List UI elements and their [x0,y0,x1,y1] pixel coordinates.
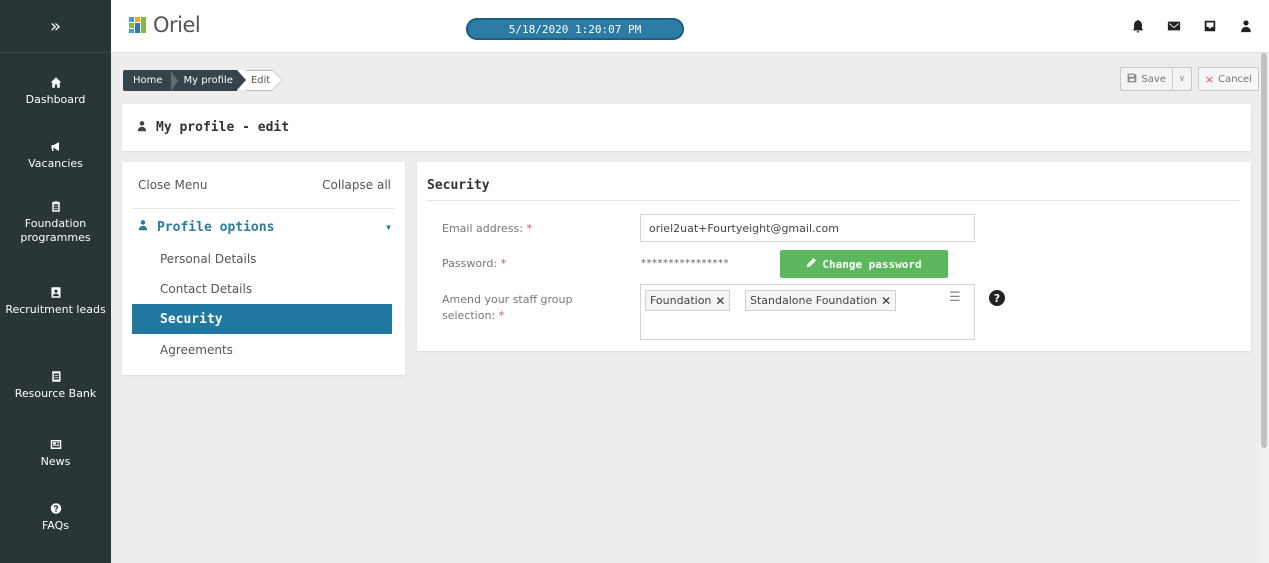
close-menu-link[interactable]: Close Menu [138,178,207,192]
required-marker: * [498,309,505,322]
breadcrumb-row: Home My profile Edit Save ∨ × Cancel [111,53,1259,103]
section-title: Security [427,178,490,193]
close-icon: × [1204,72,1215,86]
user-icon [137,219,157,235]
breadcrumb-home[interactable]: Home [123,70,171,91]
section-divider [427,200,1239,201]
password-label-text: Password: [442,257,498,270]
breadcrumb-my-profile[interactable]: My profile [177,70,237,91]
floppy-disk-icon [1127,73,1137,86]
sidebar-item-label: News [40,455,71,468]
user-icon[interactable] [1239,19,1253,36]
question-icon [50,502,62,514]
required-marker: * [526,222,532,235]
envelope-icon[interactable] [1167,19,1181,36]
sidebar-item-label: Resource Bank [14,387,97,400]
remove-tag-icon[interactable]: ✕ [715,294,725,308]
change-password-label: Change password [822,257,922,271]
menu-item-personal-details[interactable]: Personal Details [132,244,392,274]
breadcrumb-separator [170,70,178,91]
list-icon[interactable]: ☰ [949,290,961,305]
email-field[interactable]: oriel2uat+Fourtyeight@gmail.com [640,214,975,242]
sidebar-item-label: Recruitment leads [5,303,106,316]
bell-icon[interactable] [1131,19,1145,36]
help-icon[interactable]: ? [989,290,1005,306]
sidebar-item-label: Foundation programmes [20,217,91,244]
save-dropdown-toggle[interactable]: ∨ [1173,68,1191,90]
staff-group-tag: Standalone Foundation ✕ [745,290,897,311]
collapse-all-link[interactable]: Collapse all [322,178,391,192]
staff-group-tag-label: Foundation [650,294,712,307]
top-bar: Oriel 5/18/2020 1:20:07 PM [111,0,1269,53]
breadcrumb-arrow [236,70,246,90]
sidebar-item-foundation-programmes[interactable]: Foundation programmes [0,200,111,245]
double-chevron-right-icon: » [49,15,61,37]
sidebar: » Dashboard Vacancies Foundation program… [0,0,111,563]
sidebar-item-resource-bank[interactable]: Resource Bank [0,370,111,401]
breadcrumb: Home My profile Edit [123,70,284,91]
save-button[interactable]: Save [1121,68,1173,90]
staff-group-label-line1: Amend your staff group [442,293,573,306]
sidebar-toggle-button[interactable]: » [0,0,111,53]
sidebar-item-recruitment-leads[interactable]: Recruitment leads [0,286,111,317]
sidebar-item-vacancies[interactable]: Vacancies [0,140,111,171]
staff-group-label-line2: selection: [442,309,496,322]
change-password-button[interactable]: Change password [780,250,948,278]
cancel-label: Cancel [1218,73,1252,85]
remove-tag-icon[interactable]: ✕ [881,294,891,308]
sidebar-item-label: Vacancies [28,157,83,170]
page-title-bar: My profile - edit [122,104,1251,151]
id-card-icon [50,286,62,298]
save-label: Save [1141,73,1166,85]
megaphone-icon [50,140,62,152]
save-button-group: Save ∨ [1120,67,1192,91]
email-label-text: Email address: [442,222,523,235]
required-marker: * [500,257,507,270]
email-label: Email address: * [442,221,532,237]
menu-divider [132,208,395,209]
form-actions: Save ∨ × Cancel [1120,67,1259,91]
staff-group-tag-label: Standalone Foundation [750,294,878,307]
password-mask: **************** [641,258,729,269]
breadcrumb-end-arrow [273,70,284,91]
breadcrumb-current: Edit [245,70,274,91]
logo-text: Oriel [153,13,201,37]
menu-item-agreements[interactable]: Agreements [132,335,392,365]
menu-item-security[interactable]: Security [132,304,392,334]
chevron-down-icon: ∨ [1178,74,1186,84]
datetime-display: 5/18/2020 1:20:07 PM [466,18,684,40]
page-scrollbar[interactable] [1259,53,1269,563]
sidebar-item-label: Dashboard [25,93,86,106]
sidebar-item-news[interactable]: News [0,438,111,469]
staff-group-multiselect[interactable]: Foundation ✕ Standalone Foundation ✕ [640,284,975,340]
clipboard-icon [50,200,62,212]
security-panel: Security Email address: * oriel2uat+Four… [417,162,1251,351]
pencil-icon [806,257,817,271]
cancel-button[interactable]: × Cancel [1197,67,1259,91]
page-title: My profile - edit [156,120,290,135]
user-icon [136,120,156,136]
staff-group-label-line2-wrap: selection: * [442,308,573,324]
staff-group-label: Amend your staff group selection: * [442,292,573,324]
profile-menu-panel: Close Menu Collapse all Profile options … [122,162,405,375]
password-label: Password: * [442,256,506,272]
menu-item-contact-details[interactable]: Contact Details [132,274,392,304]
sidebar-item-dashboard[interactable]: Dashboard [0,76,111,107]
book-icon [50,370,62,382]
home-icon [50,76,62,88]
scrollbar-thumb[interactable] [1261,53,1267,448]
newspaper-icon [50,438,62,450]
header-icons [1131,19,1253,36]
oriel-logo[interactable]: Oriel [129,13,201,37]
staff-group-tag: Foundation ✕ [645,290,731,311]
inbox-icon[interactable] [1203,19,1217,36]
caret-down-icon: ▼ [386,222,391,232]
sidebar-item-label: FAQs [41,519,70,532]
menu-group-profile-options[interactable]: Profile options ▼ [137,219,391,235]
menu-group-label: Profile options [157,219,275,235]
oriel-logo-mark [129,15,151,35]
menu-controls: Close Menu Collapse all [138,178,391,192]
sidebar-item-faqs[interactable]: FAQs [0,502,111,533]
